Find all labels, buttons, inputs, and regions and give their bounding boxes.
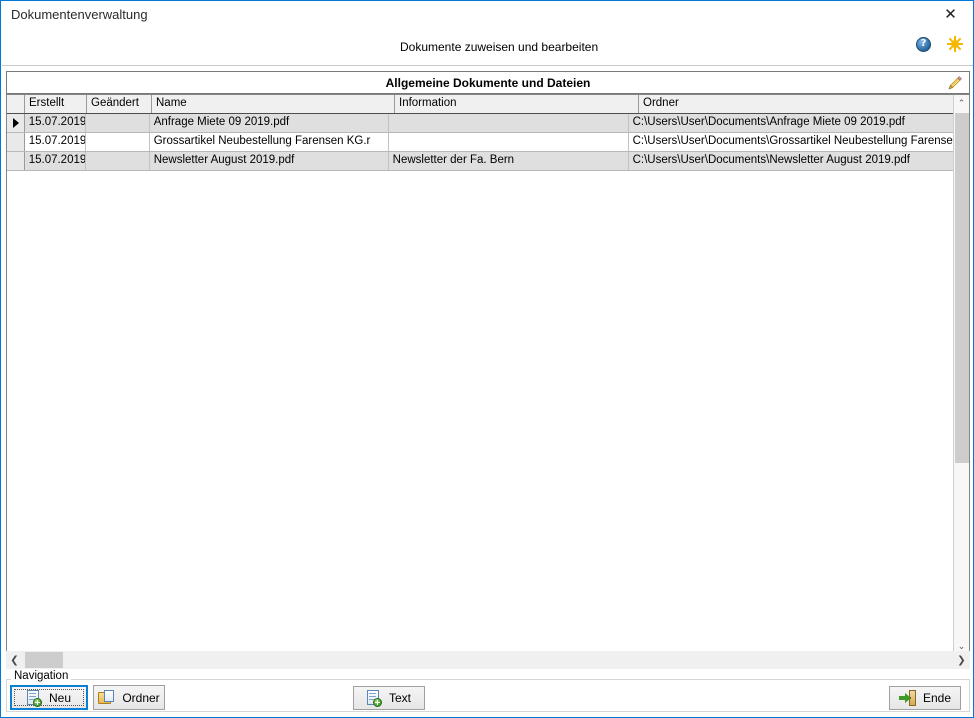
close-button[interactable]: ✕ [928, 1, 973, 28]
vscroll-thumb[interactable] [955, 113, 969, 463]
exit-door-icon [898, 690, 916, 706]
cell-erstellt: 15.07.2019 [25, 152, 86, 170]
grid-header-erstellt[interactable]: Erstellt [25, 95, 87, 113]
folder-icon [98, 690, 115, 705]
cell-ordner: C:\Users\User\Documents\Newsletter Augus… [632, 154, 910, 166]
cell-name: Anfrage Miete 09 2019.pdf [150, 114, 389, 132]
cell-geaendert [86, 133, 150, 151]
grid-header-row: Erstellt Geändert Name Information Ordne… [7, 95, 969, 114]
new-document-icon [366, 690, 382, 707]
cell-information [389, 133, 629, 151]
exit-button-label: Ende [922, 691, 952, 705]
new-document-icon [26, 689, 42, 707]
grid-header-name[interactable]: Name [152, 95, 395, 113]
cell-erstellt: 15.07.2019 [25, 133, 86, 151]
row-selector[interactable] [7, 133, 25, 151]
dokumentenverwaltung-window: Dokumentenverwaltung ✕ Dokumente zuweise… [0, 0, 974, 718]
grid-vertical-scrollbar[interactable]: ⌃ ⌄ [953, 95, 969, 655]
text-button-label: Text [388, 691, 411, 705]
close-icon: ✕ [944, 5, 957, 23]
grid-header-geaendert[interactable]: Geändert [87, 95, 152, 113]
cell-geaendert [86, 114, 150, 132]
pencil-icon[interactable] [947, 75, 963, 91]
help-icon[interactable] [916, 36, 931, 52]
section-title: Allgemeine Dokumente und Dateien [385, 76, 591, 90]
navigation-legend: Navigation [11, 670, 72, 682]
header-icon-group [916, 36, 963, 52]
cell-information [389, 114, 629, 132]
new-button-label: Neu [48, 690, 71, 705]
folder-button-label: Ordner [122, 690, 160, 705]
header-bar: Dokumente zuweisen und bearbeiten [2, 29, 973, 66]
window-title: Dokumentenverwaltung [11, 7, 148, 22]
grid-horizontal-scrollbar[interactable]: ❮ ❯ [6, 651, 970, 669]
documents-grid: Erstellt Geändert Name Information Ordne… [6, 94, 970, 656]
grid-header-information[interactable]: Information [395, 95, 639, 113]
table-row[interactable]: 15.07.2019 Anfrage Miete 09 2019.pdf C:\… [7, 114, 953, 133]
grid-body: 15.07.2019 Anfrage Miete 09 2019.pdf C:\… [7, 114, 953, 655]
new-button[interactable]: Neu [10, 685, 88, 710]
cell-ordner: C:\Users\User\Documents\Grossartikel Neu… [632, 135, 953, 147]
row-selector[interactable] [7, 152, 25, 170]
header-subtitle: Dokumente zuweisen und bearbeiten [400, 40, 599, 54]
sun-icon[interactable] [947, 36, 963, 52]
cell-ordner: C:\Users\User\Documents\Anfrage Miete 09… [632, 116, 905, 128]
grid-header-selector [7, 95, 25, 113]
cell-information: Newsletter der Fa. Bern [389, 152, 629, 170]
hscroll-thumb[interactable] [25, 652, 63, 668]
table-row[interactable]: 15.07.2019 Newsletter August 2019.pdf Ne… [7, 152, 953, 171]
folder-button[interactable]: Ordner [93, 685, 165, 710]
chevron-up-icon[interactable]: ⌃ [954, 95, 969, 112]
exit-button[interactable]: Ende [889, 686, 961, 710]
cell-geaendert [86, 152, 150, 170]
text-button[interactable]: Text [353, 686, 425, 710]
chevron-left-icon[interactable]: ❮ [6, 651, 23, 669]
chevron-right-icon[interactable]: ❯ [953, 651, 970, 669]
table-row[interactable]: 15.07.2019 Grossartikel Neubestellung Fa… [7, 133, 953, 152]
cell-erstellt: 15.07.2019 [25, 114, 86, 132]
grid-header-ordner[interactable]: Ordner [639, 95, 969, 113]
cell-name: Grossartikel Neubestellung Farensen KG.r [150, 133, 389, 151]
section-banner: Allgemeine Dokumente und Dateien [6, 71, 970, 94]
title-bar: Dokumentenverwaltung ✕ [1, 1, 973, 29]
row-indicator-icon [13, 118, 19, 128]
cell-name: Newsletter August 2019.pdf [150, 152, 389, 170]
row-selector[interactable] [7, 114, 25, 132]
